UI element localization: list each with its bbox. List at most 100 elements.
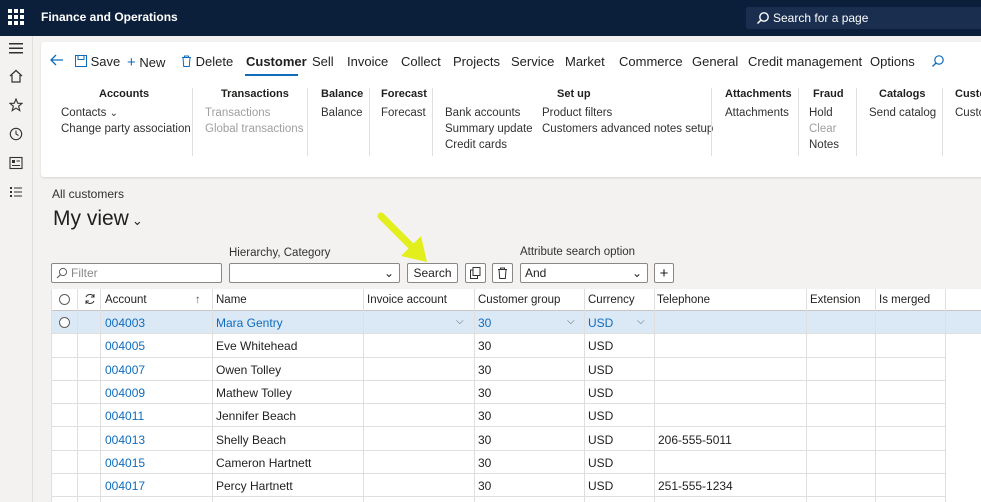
copy-button[interactable] bbox=[465, 263, 486, 283]
grid-divider bbox=[77, 289, 78, 502]
save-button[interactable]: Save bbox=[75, 54, 120, 69]
table-row[interactable]: 004005 Eve Whitehead 30 USD bbox=[51, 334, 945, 358]
chevron-down-icon[interactable]: ⌵ bbox=[456, 316, 464, 327]
tab-customer[interactable]: Customer bbox=[246, 54, 307, 69]
col-currency[interactable]: Currency bbox=[588, 294, 635, 306]
search-icon bbox=[756, 12, 769, 25]
trash-icon bbox=[498, 267, 507, 279]
filter-input[interactable]: Filter bbox=[51, 263, 222, 283]
table-row[interactable]: 004015 Cameron Hartnett 30 USD bbox=[51, 451, 945, 475]
customer-name[interactable]: Mara Gentry bbox=[216, 316, 283, 330]
app-launcher-icon[interactable] bbox=[8, 9, 24, 25]
col-account[interactable]: Account bbox=[105, 294, 147, 306]
favorites-star-icon[interactable] bbox=[8, 97, 24, 113]
workspaces-icon[interactable] bbox=[8, 155, 24, 171]
summary-update-button[interactable]: Summary update bbox=[445, 123, 533, 135]
page-search-box[interactable]: Search for a page bbox=[746, 7, 981, 29]
customer-group-cell: 30 bbox=[478, 385, 492, 400]
custo-button[interactable]: Custo bbox=[955, 107, 981, 119]
delete-button[interactable]: Delete bbox=[181, 54, 233, 69]
recent-clock-icon[interactable] bbox=[8, 126, 24, 142]
table-row[interactable]: 004013 Shelly Beach 30 USD 206-555-5011 bbox=[51, 428, 945, 451]
account-link[interactable]: 004013 bbox=[105, 433, 145, 447]
contacts-label: Contacts bbox=[61, 107, 107, 119]
select-all-radio[interactable] bbox=[59, 294, 70, 305]
customer-group-cell: 30 bbox=[478, 455, 492, 470]
view-selector[interactable]: My view ⌄ bbox=[53, 207, 143, 231]
plus-icon: + bbox=[127, 54, 136, 71]
tab-invoice[interactable]: Invoice bbox=[347, 54, 388, 69]
balance-button[interactable]: Balance bbox=[321, 107, 363, 119]
tab-options[interactable]: Options bbox=[870, 54, 915, 69]
col-extension[interactable]: Extension bbox=[810, 294, 861, 306]
attribute-search-option-dropdown[interactable]: And ⌄ bbox=[520, 263, 648, 283]
modules-list-icon[interactable] bbox=[8, 184, 24, 200]
tab-market[interactable]: Market bbox=[565, 54, 605, 69]
ribbon-search-icon[interactable] bbox=[931, 54, 945, 71]
delete-filter-button[interactable] bbox=[492, 263, 513, 283]
tab-commerce[interactable]: Commerce bbox=[619, 54, 683, 69]
customer-name: Owen Tolley bbox=[216, 362, 282, 377]
tab-credit-management[interactable]: Credit management bbox=[748, 54, 862, 69]
table-row[interactable]: 004011 Jennifer Beach 30 USD bbox=[51, 404, 945, 428]
clear-button[interactable]: Clear bbox=[809, 123, 836, 135]
customer-group-cell: 30 bbox=[478, 479, 492, 494]
chevron-down-icon[interactable]: ⌵ bbox=[567, 316, 575, 327]
tab-collect[interactable]: Collect bbox=[401, 54, 441, 69]
col-customer-group[interactable]: Customer group bbox=[478, 294, 560, 306]
account-link[interactable]: 004005 bbox=[105, 339, 145, 353]
tab-sell[interactable]: Sell bbox=[312, 54, 334, 69]
table-row[interactable]: 004017 Percy Hartnett 30 USD 251-555-1234 bbox=[51, 474, 945, 498]
table-row[interactable]: 004003 Mara Gentry 30 USD ⌵ ⌵ ⌵ bbox=[51, 311, 981, 335]
back-button[interactable] bbox=[50, 54, 64, 69]
tab-general[interactable]: General bbox=[692, 54, 738, 69]
attachments-button[interactable]: Attachments bbox=[725, 107, 789, 119]
account-link[interactable]: 004009 bbox=[105, 386, 145, 400]
change-party-association-button[interactable]: Change party association bbox=[61, 123, 191, 135]
credit-cards-button[interactable]: Credit cards bbox=[445, 139, 507, 151]
chevron-down-icon[interactable]: ⌵ bbox=[637, 316, 645, 327]
send-catalog-button[interactable]: Send catalog bbox=[869, 107, 936, 119]
product-filters-button[interactable]: Product filters bbox=[542, 107, 612, 119]
col-invoice-account[interactable]: Invoice account bbox=[367, 294, 447, 306]
home-icon[interactable] bbox=[8, 68, 24, 84]
grid-divider bbox=[100, 289, 101, 502]
table-row[interactable]: 004007 Owen Tolley 30 USD bbox=[51, 358, 945, 381]
notes-button[interactable]: Notes bbox=[809, 139, 839, 151]
currency-cell: USD bbox=[588, 432, 614, 447]
global-transactions-button[interactable]: Global transactions bbox=[205, 123, 303, 135]
transactions-button[interactable]: Transactions bbox=[205, 107, 270, 119]
customers-advanced-notes-setup-button[interactable]: Customers advanced notes setup bbox=[542, 123, 713, 135]
account-link[interactable]: 004011 bbox=[105, 409, 144, 423]
account-link[interactable]: 004007 bbox=[105, 363, 145, 377]
left-nav bbox=[0, 36, 33, 502]
grid-divider bbox=[212, 289, 213, 502]
account-link[interactable]: 004015 bbox=[105, 456, 145, 470]
col-is-merged[interactable]: Is merged bbox=[879, 294, 930, 306]
grid-divider bbox=[584, 289, 585, 502]
top-bar: Finance and Operations Search for a page bbox=[0, 0, 981, 36]
col-telephone[interactable]: Telephone bbox=[657, 294, 710, 306]
tab-projects[interactable]: Projects bbox=[453, 54, 500, 69]
row-select-radio[interactable] bbox=[59, 317, 70, 328]
table-row[interactable]: 004009 Mathew Tolley 30 USD bbox=[51, 381, 945, 405]
new-button[interactable]: + New bbox=[127, 54, 165, 71]
customer-name: Cameron Hartnett bbox=[216, 455, 312, 470]
refresh-icon[interactable] bbox=[84, 293, 96, 308]
chevron-down-icon: ⌄ bbox=[109, 108, 118, 119]
hamburger-icon[interactable] bbox=[8, 40, 24, 56]
account-link[interactable]: 004017 bbox=[105, 479, 145, 493]
tab-service[interactable]: Service bbox=[511, 54, 554, 69]
search-button[interactable]: Search bbox=[407, 263, 458, 283]
group-title-forecast: Forecast bbox=[381, 88, 427, 100]
group-title-fraud: Fraud bbox=[813, 88, 844, 100]
contacts-menu[interactable]: Contacts ⌄ bbox=[61, 107, 118, 119]
forecast-button[interactable]: Forecast bbox=[381, 107, 426, 119]
add-attribute-button[interactable]: + bbox=[654, 263, 674, 283]
customer-name: Jennifer Beach bbox=[216, 409, 297, 424]
account-link[interactable]: 004003 bbox=[105, 316, 145, 330]
bank-accounts-button[interactable]: Bank accounts bbox=[445, 107, 520, 119]
hold-button[interactable]: Hold bbox=[809, 107, 833, 119]
col-name[interactable]: Name bbox=[216, 294, 247, 306]
hierarchy-category-dropdown[interactable]: ⌄ bbox=[229, 263, 400, 283]
